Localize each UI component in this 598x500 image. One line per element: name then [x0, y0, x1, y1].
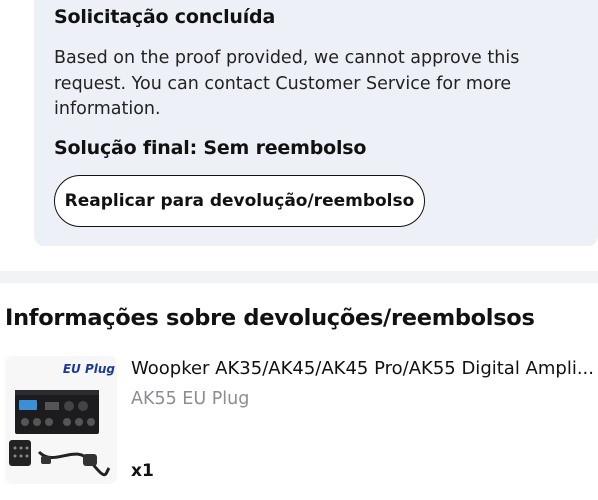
eu-plug-tag: EU Plug	[62, 362, 115, 376]
status-message: Based on the proof provided, we cannot a…	[54, 48, 520, 119]
product-thumbnail[interactable]: EU Plug	[5, 356, 117, 484]
section-divider	[0, 271, 598, 283]
product-quantity: x1	[131, 461, 154, 481]
return-request-page: Solicitação concluída Based on the proof…	[0, 0, 598, 500]
reapply-button[interactable]: Reaplicar para devolução/reembolso	[54, 175, 425, 227]
returns-section-heading: Informações sobre devoluções/reembolsos	[5, 305, 535, 331]
product-row[interactable]: EU Plug Woopker AK35/AK45/AK45 Pro/AK55 …	[0, 350, 598, 490]
final-solution-text: Solução final: Sem reembolso	[54, 137, 367, 159]
request-status-card: Solicitação concluída Based on the proof…	[34, 0, 598, 246]
product-variant: AK55 EU Plug	[131, 389, 250, 409]
product-title[interactable]: Woopker AK35/AK45/AK45 Pro/AK55 Digital …	[131, 358, 595, 379]
status-title: Solicitação concluída	[54, 6, 276, 28]
